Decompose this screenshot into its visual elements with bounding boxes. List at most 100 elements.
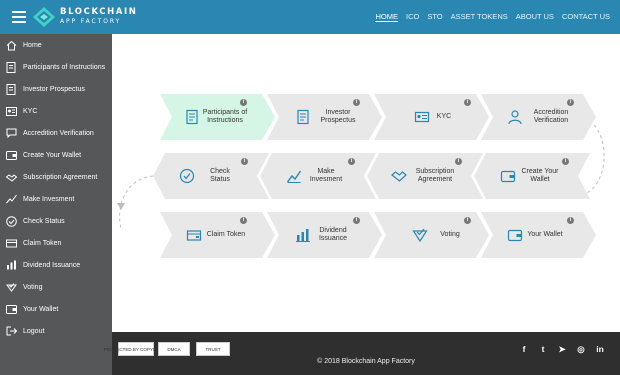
wallet-icon [500, 170, 516, 183]
step-label: Dividend Issuance [318, 226, 348, 243]
check-circle-icon [179, 168, 195, 184]
sidebar-item-label: KYC [23, 107, 38, 115]
sidebar-item-check-status[interactable]: Check Status [0, 210, 112, 232]
document-icon [186, 109, 198, 125]
sidebar-item-label: Participants of Instructions [23, 63, 106, 71]
step-label: Subscription Agreement [415, 167, 455, 184]
telegram-icon[interactable]: ➤ [556, 343, 568, 355]
info-icon[interactable]: i [562, 158, 569, 165]
info-icon[interactable]: i [464, 99, 471, 106]
sidebar-item-label: Subscription Agreement [23, 173, 98, 181]
step-create-your-wallet[interactable]: Create Your Wallet i [474, 153, 592, 199]
dmca-badge[interactable]: DMCA [158, 342, 190, 356]
sidebar-item-voting[interactable]: Voting [0, 276, 112, 298]
sidebar-item-home[interactable]: Home [0, 34, 112, 56]
step-label: Claim Token [206, 230, 246, 238]
sidebar-item-your-wallet[interactable]: Your Wallet [0, 298, 112, 320]
step-accredition-verification[interactable]: Accredition Verification i [481, 94, 599, 140]
step-dividend-issuance[interactable]: Dividend Issuance i [267, 212, 385, 258]
sidebar-item-claim-token[interactable]: Claim Token [0, 232, 112, 254]
brand-logo[interactable] [32, 6, 56, 28]
sidebar-item-label: Investor Prospectus [23, 85, 85, 93]
step-your-wallet[interactable]: Your Wallet i [481, 212, 599, 258]
step-investor-prospectus[interactable]: Investor Prospectus i [267, 94, 385, 140]
document-icon [297, 109, 309, 125]
nav-ico[interactable]: ICO [406, 12, 419, 22]
sidebar-item-label: Dividend Issuance [23, 261, 81, 269]
top-nav: HOME ICO STO ASSET TOKENS ABOUT US CONTA… [375, 12, 610, 22]
handshake-icon [391, 171, 407, 182]
info-icon[interactable]: i [353, 217, 360, 224]
sidebar-item-label: Your Wallet [23, 305, 59, 313]
wallet-icon [507, 229, 523, 242]
copyright-text: © 2018 Blockchain App Factory [317, 358, 415, 365]
menu-icon[interactable] [12, 11, 26, 23]
nav-about-us[interactable]: ABOUT US [516, 12, 554, 22]
step-label: Accredition Verification [533, 108, 569, 125]
info-icon[interactable]: i [567, 99, 574, 106]
token-icon [186, 230, 202, 241]
sidebar-item-make-invesment[interactable]: Make Invesment [0, 188, 112, 210]
id-card-icon [414, 111, 430, 123]
bar-chart-icon [296, 229, 310, 242]
sidebar-item-label: Check Status [23, 217, 65, 225]
sidebar-item-label: Voting [23, 283, 43, 291]
vote-icon [5, 281, 17, 293]
twitter-icon[interactable]: t [537, 343, 549, 355]
chart-icon [5, 193, 17, 205]
step-label: Participants of Instructions [202, 108, 248, 125]
sidebar-item-label: Claim Token [23, 239, 62, 247]
brand-line-1: BLOCKCHAIN [60, 7, 138, 17]
sidebar-item-investor-prospectus[interactable]: Investor Prospectus [0, 78, 112, 100]
check-circle-icon [5, 215, 17, 227]
info-icon[interactable]: i [348, 158, 355, 165]
info-icon[interactable]: i [240, 99, 247, 106]
step-voting[interactable]: Voting i [374, 212, 492, 258]
info-icon[interactable]: i [464, 217, 471, 224]
sidebar-item-logout[interactable]: Logout [0, 320, 112, 342]
copyscape-badge[interactable]: PROTECTED BY COPYSCAPE [104, 342, 168, 356]
step-label: Create Your Wallet [521, 167, 559, 184]
step-label: Investor Prospectus [320, 108, 356, 125]
token-icon [5, 237, 17, 249]
step-claim-token[interactable]: Claim Token i [160, 212, 278, 258]
info-icon[interactable]: i [353, 99, 360, 106]
sidebar-item-kyc[interactable]: KYC [0, 100, 112, 122]
home-icon [5, 39, 17, 51]
step-label: KYC [436, 112, 452, 120]
sidebar-item-create-wallet[interactable]: Create Your Wallet [0, 144, 112, 166]
brand-name: BLOCKCHAIN APP FACTORY [60, 8, 137, 26]
chat-icon [5, 127, 17, 139]
trust-badge[interactable]: TRUST [196, 342, 230, 356]
info-icon[interactable]: i [455, 158, 462, 165]
info-icon[interactable]: i [240, 217, 247, 224]
sidebar-item-dividend-issuance[interactable]: Dividend Issuance [0, 254, 112, 276]
wallet-icon [5, 303, 17, 315]
nav-contact-us[interactable]: CONTACT US [562, 12, 610, 22]
step-make-invesment[interactable]: Make Invesment i [260, 153, 378, 199]
sidebar-item-accredition-verification[interactable]: Accredition Verification [0, 122, 112, 144]
sidebar-item-label: Logout [23, 327, 45, 335]
step-kyc[interactable]: KYC i [374, 94, 492, 140]
facebook-icon[interactable]: f [518, 343, 530, 355]
sidebar-item-participants[interactable]: Participants of Instructions [0, 56, 112, 78]
nav-sto[interactable]: STO [427, 12, 442, 22]
step-participants-of-instructions[interactable]: Participants of Instructions i [160, 94, 278, 140]
nav-home[interactable]: HOME [375, 12, 398, 22]
footer: PROTECTED BY COPYSCAPE DMCA TRUST © 2018… [104, 332, 620, 375]
top-bar: BLOCKCHAIN APP FACTORY HOME ICO STO ASSE… [0, 0, 620, 34]
document-icon [5, 83, 17, 95]
nav-asset-tokens[interactable]: ASSET TOKENS [451, 12, 508, 22]
linkedin-icon[interactable]: in [594, 343, 606, 355]
sidebar-item-label: Home [23, 41, 42, 49]
step-label: Your Wallet [527, 230, 563, 238]
info-icon[interactable]: i [567, 217, 574, 224]
sidebar-item-subscription-agreement[interactable]: Subscription Agreement [0, 166, 112, 188]
id-card-icon [5, 105, 17, 117]
step-check-status[interactable]: Check Status i [153, 153, 271, 199]
logout-icon [5, 325, 17, 337]
info-icon[interactable]: i [241, 158, 248, 165]
step-subscription-agreement[interactable]: Subscription Agreement i [367, 153, 485, 199]
instagram-icon[interactable]: ◎ [575, 343, 587, 355]
wallet-icon [5, 149, 17, 161]
